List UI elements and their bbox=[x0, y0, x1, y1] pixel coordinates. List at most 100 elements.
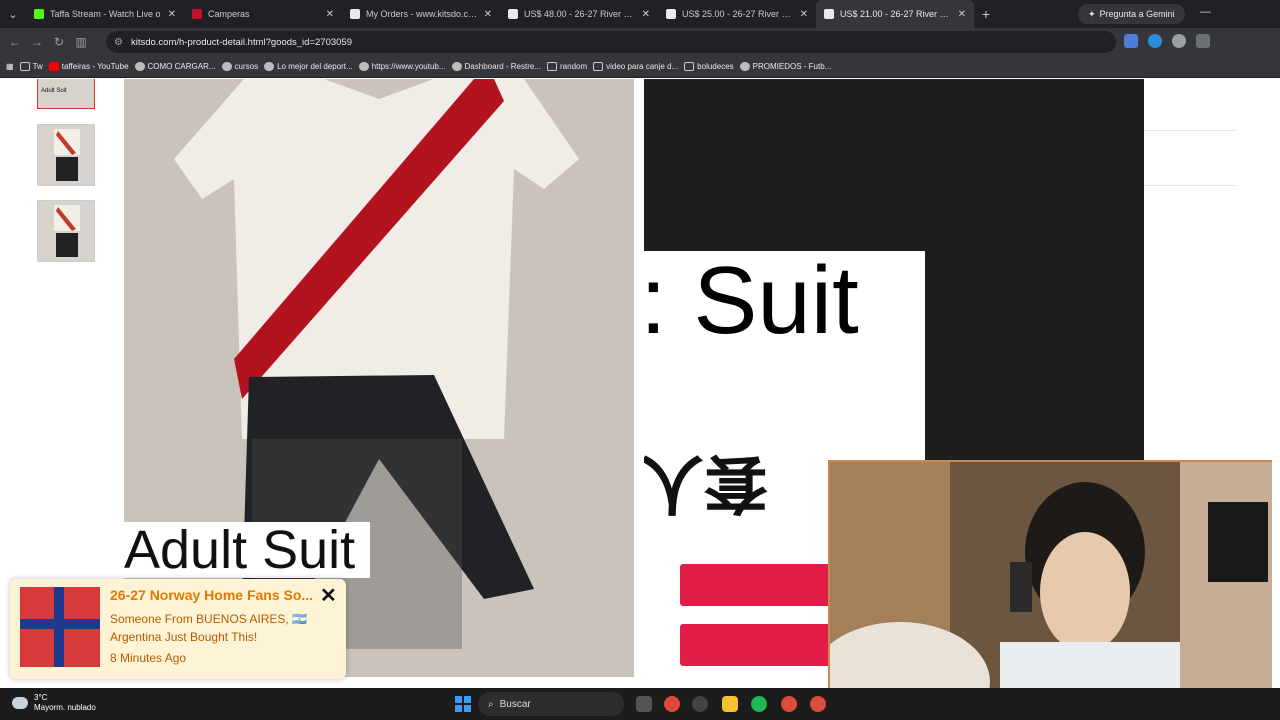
tab-title: My Orders - www.kitsdo.com bbox=[366, 9, 478, 19]
bookmark-item[interactable]: video para canje d... bbox=[593, 62, 678, 71]
tab-search-icon[interactable]: ⌄ bbox=[0, 0, 26, 28]
folder-icon bbox=[19, 62, 30, 71]
mirrored-text: 套人 bbox=[644, 447, 768, 519]
extension-icon[interactable] bbox=[1148, 34, 1162, 48]
globe-icon bbox=[451, 62, 462, 71]
puzzle-icon[interactable] bbox=[1196, 34, 1210, 48]
taskbar: 3°C Mayorm. nublado ⌕ Buscar bbox=[0, 688, 1280, 720]
product-thumbnail[interactable]: Adult Suit bbox=[37, 79, 95, 109]
close-icon[interactable]: ✕ bbox=[320, 583, 337, 608]
minimize-icon[interactable]: — bbox=[1200, 6, 1211, 18]
tab-0[interactable]: Taffa Stream - Watch Live o ✕ bbox=[26, 0, 184, 28]
suit-text: : Suit bbox=[644, 251, 859, 354]
task-view-icon[interactable] bbox=[636, 696, 652, 712]
tab-title: US$ 48.00 - 26-27 River Plate B bbox=[524, 9, 636, 19]
globe-icon bbox=[358, 62, 369, 71]
bookmark-item[interactable]: boludeces bbox=[684, 62, 734, 71]
youtube-icon bbox=[48, 62, 59, 71]
tab-2[interactable]: My Orders - www.kitsdo.com ✕ bbox=[342, 0, 500, 28]
extension-icon[interactable] bbox=[1172, 34, 1186, 48]
divider bbox=[1144, 130, 1236, 131]
site-info-icon[interactable]: ⚙ bbox=[114, 37, 123, 48]
bookmark-label: boludeces bbox=[697, 62, 734, 71]
tab-4[interactable]: US$ 25.00 - 26-27 River Player ✕ bbox=[658, 0, 816, 28]
bookmark-item[interactable]: https://www.youtub... bbox=[358, 62, 446, 71]
bookmark-label: https://www.youtub... bbox=[371, 62, 446, 71]
product-thumbnail[interactable] bbox=[37, 200, 95, 262]
bookmark-label: PROMIEDOS - Futb... bbox=[752, 62, 832, 71]
add-to-cart-button[interactable] bbox=[680, 564, 840, 606]
file-explorer-icon[interactable] bbox=[722, 696, 738, 712]
bookmark-item[interactable]: cursos bbox=[221, 62, 258, 71]
gemini-button[interactable]: ✦ Pregunta a Gemini bbox=[1078, 4, 1185, 24]
tab-1[interactable]: Camperas ✕ bbox=[184, 0, 342, 28]
globe-icon bbox=[134, 62, 145, 71]
globe-icon bbox=[264, 62, 275, 71]
reload-icon[interactable]: ↻ bbox=[48, 35, 70, 49]
divider bbox=[1144, 185, 1236, 186]
weather-widget[interactable]: 3°C Mayorm. nublado bbox=[12, 693, 96, 713]
folder-icon bbox=[684, 62, 695, 71]
close-icon[interactable]: ✕ bbox=[958, 9, 966, 20]
bookmark-item[interactable]: Dashboard - Restre... bbox=[451, 62, 541, 71]
forward-icon[interactable]: → bbox=[26, 35, 48, 49]
purchase-notification[interactable]: 26-27 Norway Home Fans So... Someone Fro… bbox=[10, 579, 346, 679]
bookmark-label: random bbox=[560, 62, 588, 71]
product-thumbnail[interactable] bbox=[37, 124, 95, 186]
taskbar-search[interactable]: ⌕ Buscar bbox=[478, 692, 624, 716]
tab-title: Taffa Stream - Watch Live o bbox=[50, 9, 161, 19]
product-thumb-image bbox=[20, 587, 100, 667]
buy-now-button[interactable] bbox=[680, 624, 840, 666]
bookmark-label: COMO CARGAR... bbox=[147, 62, 216, 71]
folder-icon bbox=[547, 62, 557, 71]
chrome-icon[interactable] bbox=[664, 696, 680, 712]
thumb-label: Adult Suit bbox=[41, 88, 67, 94]
bookmark-label: video para canje d... bbox=[606, 62, 679, 71]
sidepanel-icon[interactable]: ▥ bbox=[70, 35, 92, 49]
adult-suit-label: Adult Suit bbox=[124, 522, 370, 578]
bookmark-item[interactable]: PROMIEDOS - Futb... bbox=[739, 62, 832, 71]
close-icon[interactable]: ✕ bbox=[642, 9, 650, 20]
extension-icon[interactable] bbox=[1124, 34, 1138, 48]
search-icon: ⌕ bbox=[488, 698, 494, 710]
windows-start-icon[interactable] bbox=[455, 696, 471, 712]
notification-title[interactable]: 26-27 Norway Home Fans So... bbox=[110, 587, 320, 603]
folder-icon bbox=[593, 62, 604, 71]
apps-icon[interactable]: ▦ bbox=[6, 62, 14, 71]
back-icon[interactable]: ← bbox=[4, 35, 26, 49]
tab-favicon bbox=[666, 9, 676, 19]
app-icon[interactable] bbox=[692, 696, 708, 712]
extensions bbox=[1124, 34, 1210, 48]
close-icon[interactable]: ✕ bbox=[326, 9, 334, 20]
close-icon[interactable]: ✕ bbox=[484, 9, 492, 20]
toolbar: ← → ↻ ▥ ⚙ kitsdo.com/h-product-detail.ht… bbox=[0, 28, 1280, 56]
tab-favicon bbox=[192, 9, 202, 19]
chrome-icon[interactable] bbox=[810, 696, 826, 712]
bookmark-item[interactable]: random bbox=[547, 62, 587, 71]
kit-thumb-image bbox=[54, 205, 80, 257]
tab-3[interactable]: US$ 48.00 - 26-27 River Plate B ✕ bbox=[500, 0, 658, 28]
notification-time: 8 Minutes Ago bbox=[110, 651, 187, 665]
close-icon[interactable]: ✕ bbox=[800, 9, 808, 20]
bookmark-item[interactable]: COMO CARGAR... bbox=[134, 62, 216, 71]
tab-title: US$ 21.00 - 26-27 River Plate bbox=[840, 9, 952, 19]
bookmark-label: Tw bbox=[32, 62, 43, 71]
close-icon[interactable]: ✕ bbox=[168, 9, 176, 20]
chrome-icon[interactable] bbox=[781, 696, 797, 712]
sparkle-icon: ✦ bbox=[1088, 8, 1096, 19]
bookmark-item[interactable]: Tw bbox=[19, 62, 43, 71]
spotify-icon[interactable] bbox=[751, 696, 767, 712]
globe-icon bbox=[739, 62, 750, 71]
tab-5[interactable]: US$ 21.00 - 26-27 River Plate ✕ bbox=[816, 0, 974, 28]
bookmark-label: Dashboard - Restre... bbox=[464, 62, 541, 71]
address-bar[interactable]: ⚙ kitsdo.com/h-product-detail.html?goods… bbox=[106, 31, 1116, 53]
temperature: 3°C bbox=[34, 693, 48, 702]
bookmarks-bar: ▦ Tw taffeiras - YouTube COMO CARGAR... … bbox=[0, 56, 1280, 78]
bookmark-item[interactable]: taffeiras - YouTube bbox=[48, 62, 129, 71]
bookmark-label: taffeiras - YouTube bbox=[61, 62, 129, 71]
new-tab-button[interactable]: + bbox=[974, 6, 998, 22]
bookmark-item[interactable]: Lo mejor del deport... bbox=[264, 62, 353, 71]
tab-title: US$ 25.00 - 26-27 River Player bbox=[682, 9, 794, 19]
tab-bar: ⌄ Taffa Stream - Watch Live o ✕ Camperas ✕… bbox=[0, 0, 1280, 28]
bookmark-label: Lo mejor del deport... bbox=[277, 62, 353, 71]
